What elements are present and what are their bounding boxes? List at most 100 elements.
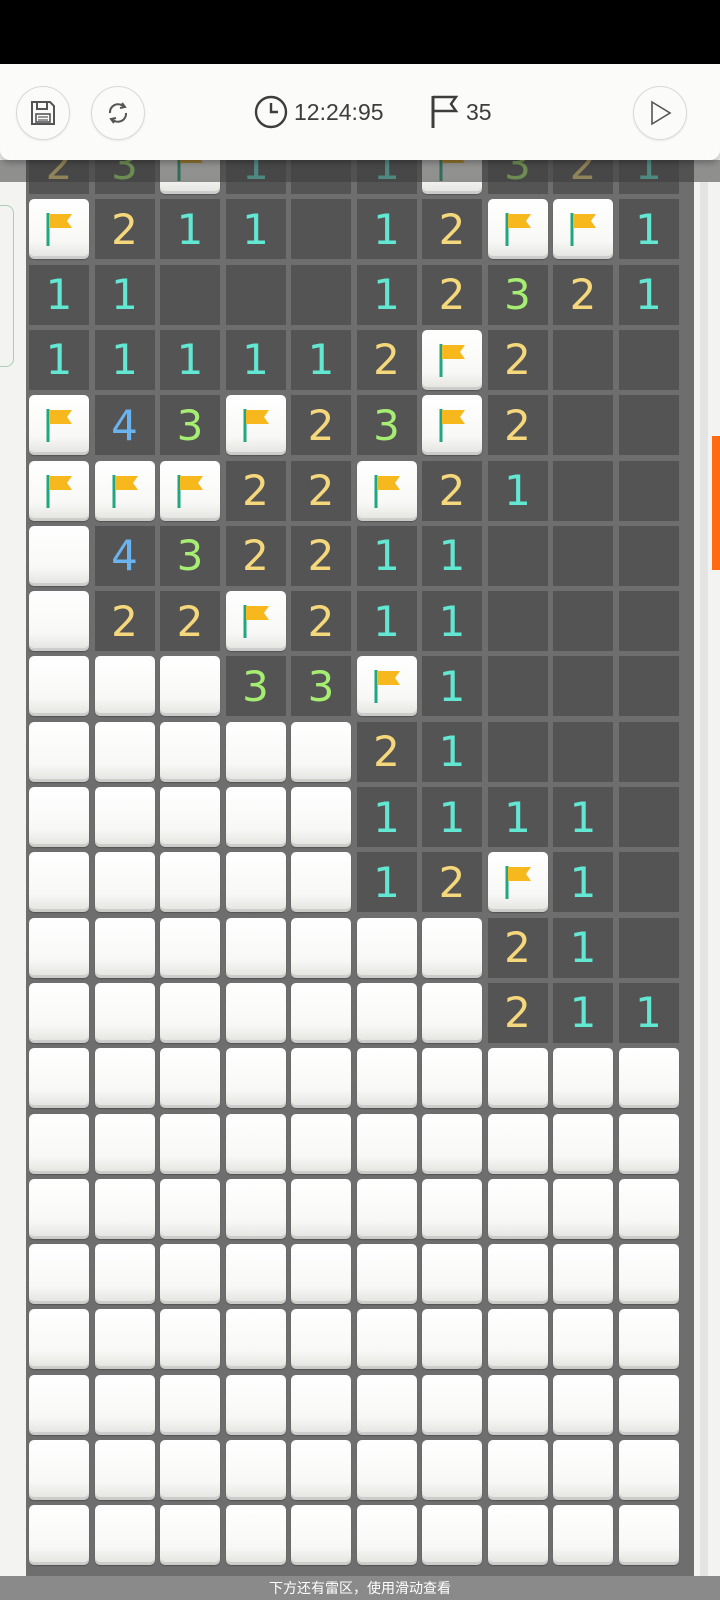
hidden-cell[interactable] bbox=[160, 1374, 220, 1435]
empty-cell[interactable] bbox=[553, 591, 613, 652]
hidden-cell[interactable] bbox=[487, 1048, 548, 1109]
hidden-cell[interactable] bbox=[291, 1113, 351, 1174]
hidden-cell[interactable] bbox=[618, 1505, 679, 1566]
hidden-cell[interactable] bbox=[553, 1244, 613, 1305]
hidden-cell[interactable] bbox=[94, 721, 155, 782]
hidden-cell[interactable] bbox=[225, 1244, 286, 1305]
hidden-cell[interactable] bbox=[487, 1113, 548, 1174]
empty-cell[interactable] bbox=[618, 852, 679, 913]
hidden-cell[interactable] bbox=[225, 982, 286, 1043]
hidden-cell[interactable] bbox=[356, 917, 417, 978]
hidden-cell[interactable] bbox=[29, 591, 89, 652]
number-cell[interactable]: 3 bbox=[225, 656, 286, 717]
number-cell[interactable]: 1 bbox=[422, 787, 482, 847]
empty-cell[interactable] bbox=[618, 525, 679, 586]
empty-cell[interactable] bbox=[618, 656, 679, 717]
hidden-cell[interactable] bbox=[29, 656, 89, 717]
hidden-cell[interactable] bbox=[160, 656, 220, 717]
flagged-cell[interactable] bbox=[225, 591, 286, 652]
hidden-cell[interactable] bbox=[291, 1244, 351, 1305]
hidden-cell[interactable] bbox=[94, 1048, 155, 1109]
empty-cell[interactable] bbox=[618, 329, 679, 390]
hidden-cell[interactable] bbox=[160, 787, 220, 847]
empty-cell[interactable] bbox=[618, 787, 679, 847]
empty-cell[interactable] bbox=[618, 917, 679, 978]
number-cell[interactable]: 1 bbox=[356, 591, 417, 652]
hidden-cell[interactable] bbox=[94, 982, 155, 1043]
hidden-cell[interactable] bbox=[553, 1374, 613, 1435]
number-cell[interactable]: 1 bbox=[356, 199, 417, 260]
empty-cell[interactable] bbox=[553, 525, 613, 586]
hidden-cell[interactable] bbox=[225, 1309, 286, 1370]
flagged-cell[interactable] bbox=[422, 395, 482, 456]
hidden-cell[interactable] bbox=[94, 787, 155, 847]
flagged-cell[interactable] bbox=[94, 460, 155, 521]
hidden-cell[interactable] bbox=[160, 1309, 220, 1370]
number-cell[interactable]: 2 bbox=[487, 917, 548, 978]
hidden-cell[interactable] bbox=[225, 1048, 286, 1109]
hidden-cell[interactable] bbox=[553, 1113, 613, 1174]
hidden-cell[interactable] bbox=[422, 1048, 482, 1109]
hidden-cell[interactable] bbox=[29, 982, 89, 1043]
number-cell[interactable]: 1 bbox=[94, 264, 155, 325]
number-cell[interactable]: 2 bbox=[553, 264, 613, 325]
number-cell[interactable]: 2 bbox=[160, 591, 220, 652]
hidden-cell[interactable] bbox=[356, 1440, 417, 1500]
hidden-cell[interactable] bbox=[94, 656, 155, 717]
hidden-cell[interactable] bbox=[356, 1374, 417, 1435]
empty-cell[interactable] bbox=[487, 591, 548, 652]
hidden-cell[interactable] bbox=[29, 525, 89, 586]
hidden-cell[interactable] bbox=[553, 1440, 613, 1500]
number-cell[interactable]: 2 bbox=[291, 460, 351, 521]
flagged-cell[interactable] bbox=[225, 395, 286, 456]
save-button[interactable] bbox=[16, 86, 70, 140]
number-cell[interactable]: 1 bbox=[422, 525, 482, 586]
hidden-cell[interactable] bbox=[356, 1048, 417, 1109]
hidden-cell[interactable] bbox=[160, 1440, 220, 1500]
side-drawer-handle[interactable] bbox=[0, 205, 14, 367]
hidden-cell[interactable] bbox=[94, 852, 155, 913]
hidden-cell[interactable] bbox=[29, 787, 89, 847]
hidden-cell[interactable] bbox=[94, 1113, 155, 1174]
number-cell[interactable]: 1 bbox=[356, 787, 417, 847]
minefield-board[interactable]: 2311321211121111232111111224323222214322… bbox=[26, 160, 694, 1600]
number-cell[interactable]: 1 bbox=[487, 460, 548, 521]
hidden-cell[interactable] bbox=[356, 1309, 417, 1370]
number-cell[interactable]: 1 bbox=[618, 982, 679, 1043]
hidden-cell[interactable] bbox=[422, 1505, 482, 1566]
number-cell[interactable]: 1 bbox=[422, 656, 482, 717]
number-cell[interactable]: 2 bbox=[487, 982, 548, 1043]
number-cell[interactable]: 2 bbox=[291, 395, 351, 456]
hidden-cell[interactable] bbox=[553, 1178, 613, 1239]
hidden-cell[interactable] bbox=[225, 787, 286, 847]
hidden-cell[interactable] bbox=[29, 721, 89, 782]
hidden-cell[interactable] bbox=[225, 1505, 286, 1566]
number-cell[interactable]: 2 bbox=[422, 460, 482, 521]
number-cell[interactable]: 1 bbox=[225, 329, 286, 390]
hidden-cell[interactable] bbox=[160, 982, 220, 1043]
number-cell[interactable]: 2 bbox=[356, 721, 417, 782]
hidden-cell[interactable] bbox=[160, 1113, 220, 1174]
flagged-cell[interactable] bbox=[422, 329, 482, 390]
empty-cell[interactable] bbox=[553, 656, 613, 717]
hidden-cell[interactable] bbox=[553, 1505, 613, 1566]
hidden-cell[interactable] bbox=[291, 1374, 351, 1435]
number-cell[interactable]: 1 bbox=[29, 329, 89, 390]
hidden-cell[interactable] bbox=[487, 1374, 548, 1435]
flagged-cell[interactable] bbox=[356, 460, 417, 521]
hidden-cell[interactable] bbox=[225, 1440, 286, 1500]
hidden-cell[interactable] bbox=[225, 721, 286, 782]
empty-cell[interactable] bbox=[487, 656, 548, 717]
number-cell[interactable]: 1 bbox=[225, 199, 286, 260]
number-cell[interactable]: 1 bbox=[291, 329, 351, 390]
empty-cell[interactable] bbox=[553, 460, 613, 521]
hidden-cell[interactable] bbox=[553, 1048, 613, 1109]
hidden-cell[interactable] bbox=[618, 1244, 679, 1305]
scroll-track[interactable] bbox=[700, 182, 708, 1600]
hidden-cell[interactable] bbox=[291, 787, 351, 847]
hidden-cell[interactable] bbox=[29, 1244, 89, 1305]
number-cell[interactable]: 1 bbox=[160, 329, 220, 390]
hidden-cell[interactable] bbox=[225, 1113, 286, 1174]
hidden-cell[interactable] bbox=[225, 1178, 286, 1239]
hidden-cell[interactable] bbox=[29, 1440, 89, 1500]
